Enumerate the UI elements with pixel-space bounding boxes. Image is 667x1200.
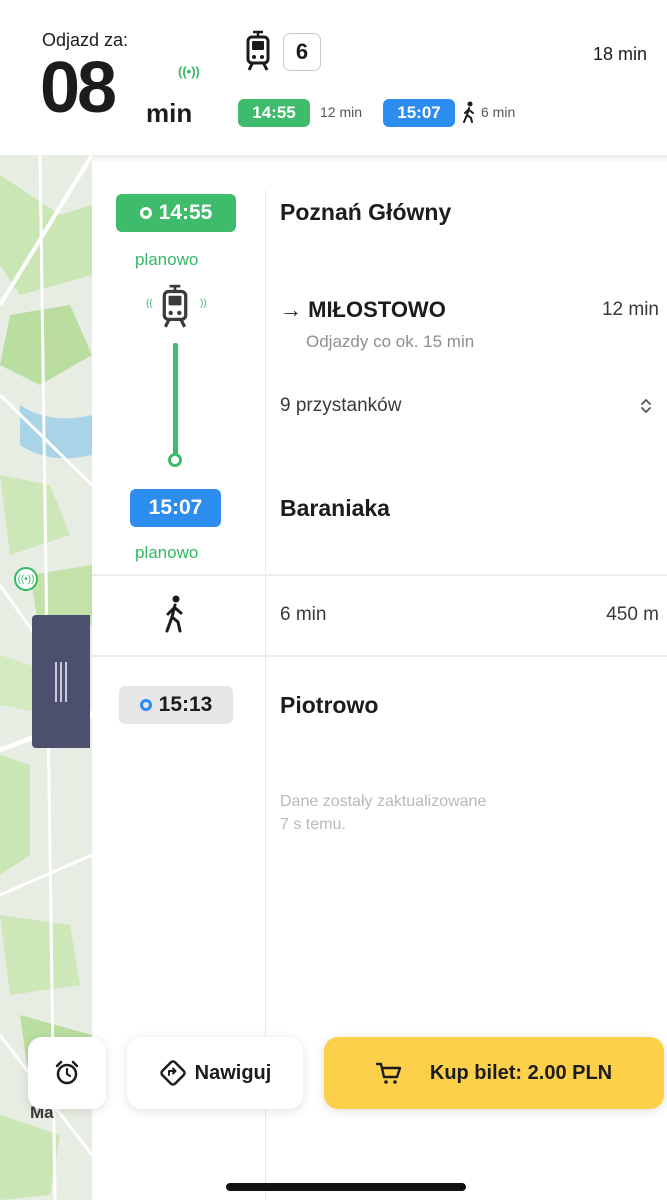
segment-chip-tram: 14:55	[238, 99, 310, 127]
walk-distance: 450 m	[606, 604, 659, 625]
segment-duration-walk: 6 min	[481, 104, 516, 120]
update-note-line: Dane zostały zaktualizowane	[280, 793, 487, 810]
tram-icon	[246, 30, 270, 71]
arrival-status: planowo	[135, 543, 199, 562]
destination-time: 15:13	[158, 693, 213, 716]
countdown-unit: min	[146, 98, 193, 128]
clock-dot-icon	[139, 207, 152, 219]
departure-time: 14:55	[158, 201, 213, 224]
route-end-dot	[168, 453, 182, 467]
alarm-clock-icon	[55, 1060, 79, 1085]
alarm-button[interactable]	[28, 1037, 106, 1109]
ride-direction: → MIŁOSTOWO	[280, 297, 446, 322]
home-indicator[interactable]	[226, 1183, 466, 1191]
signal-right-icon: ))	[200, 298, 207, 309]
section-divider	[92, 574, 667, 576]
destination-time-badge: 15:13	[119, 686, 233, 724]
realtime-signal-icon: ((•))	[178, 64, 200, 79]
route-line	[173, 343, 178, 455]
shopping-cart-icon	[375, 1062, 402, 1084]
panel-drag-handle[interactable]	[32, 615, 90, 748]
stops-count-toggle[interactable]: 9 przystanków	[280, 395, 401, 417]
update-note: Dane zostały zaktualizowane 7 s temu.	[280, 790, 486, 836]
arrival-stop-name[interactable]: Baraniaka	[280, 495, 390, 522]
walking-icon	[463, 101, 474, 123]
tram-icon	[162, 284, 188, 328]
navigation-diamond-icon	[159, 1060, 186, 1086]
map-live-location-icon[interactable]: ((•))	[14, 567, 38, 591]
walk-duration: 6 min	[280, 604, 327, 625]
departure-header: Odjazd za: 08 min ((•)) 6 18 min 14:55 1…	[0, 0, 667, 155]
ride-frequency: Odjazdy co ok. 15 min	[306, 332, 475, 351]
departure-stop-name[interactable]: Poznań Główny	[280, 199, 451, 226]
expand-chevron-icon[interactable]	[640, 397, 652, 415]
buy-ticket-label: Kup bilet: 2.00 PLN	[429, 1061, 613, 1084]
clock-dot-icon	[139, 699, 152, 711]
walking-icon	[165, 595, 183, 633]
signal-left-icon: ((	[146, 298, 153, 309]
navigate-button[interactable]: Nawiguj	[127, 1037, 303, 1109]
arrival-time-badge: 15:07	[130, 489, 221, 527]
line-number-badge: 6	[283, 33, 321, 71]
segment-duration-tram: 12 min	[320, 104, 363, 120]
panel-top-edge	[92, 155, 667, 163]
section-divider	[92, 655, 667, 657]
destination-stop-name[interactable]: Piotrowo	[280, 692, 378, 719]
segment-chip-walk: 15:07	[383, 99, 455, 127]
departure-time-badge: 14:55	[116, 194, 236, 232]
buy-ticket-button[interactable]: Kup bilet: 2.00 PLN	[324, 1037, 664, 1109]
departure-status: planowo	[135, 250, 199, 269]
ride-duration: 12 min	[601, 299, 659, 320]
update-note-line: 7 s temu.	[280, 816, 346, 833]
navigate-label: Nawiguj	[194, 1061, 272, 1084]
countdown-value: 08	[40, 48, 117, 128]
total-duration: 18 min	[592, 44, 647, 64]
